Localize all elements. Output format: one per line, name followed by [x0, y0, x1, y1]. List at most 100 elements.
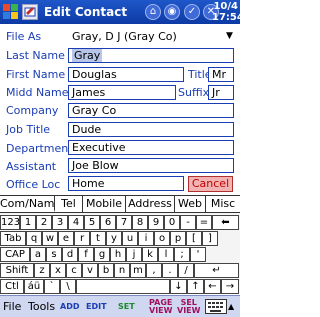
key-comma[interactable]: ,: [146, 263, 162, 278]
key-123[interactable]: 123: [0, 215, 20, 230]
tab-tel[interactable]: Tel: [55, 196, 83, 212]
key-6[interactable]: 6: [100, 215, 116, 230]
key-minus[interactable]: -: [180, 215, 196, 230]
keyboard-icon[interactable]: [205, 299, 227, 314]
sel-view-button[interactable]: SEL VIEW: [177, 299, 200, 315]
key-tab[interactable]: Tab: [0, 231, 26, 246]
menu-bar: File Tools ADD EDIT SET PAGE VIEW SEL VI…: [0, 295, 240, 317]
tab-mobile[interactable]: Mobile: [83, 196, 126, 212]
key-semicolon[interactable]: ;: [174, 247, 190, 262]
key-t[interactable]: t: [90, 231, 106, 246]
key-0[interactable]: 0: [164, 215, 180, 230]
ok-check-icon[interactable]: ✓: [184, 4, 200, 20]
contact-tabs: Com/Nam Tel Mobile Address Web Misc: [0, 195, 240, 213]
key-v[interactable]: v: [82, 263, 98, 278]
company-field[interactable]: Gray Co: [68, 103, 234, 118]
chevron-down-icon[interactable]: ▼: [226, 31, 233, 41]
key-space[interactable]: [76, 279, 170, 294]
key-5[interactable]: 5: [84, 215, 100, 230]
key-arrow-up[interactable]: ↑: [187, 279, 204, 294]
key-b[interactable]: b: [98, 263, 114, 278]
key-2[interactable]: 2: [36, 215, 52, 230]
key-equals[interactable]: =: [196, 215, 212, 230]
set-button[interactable]: SET: [118, 303, 135, 311]
tab-misc[interactable]: Misc: [206, 196, 240, 212]
key-i[interactable]: i: [138, 231, 154, 246]
key-backspace[interactable]: ⬅: [212, 215, 239, 230]
key-8[interactable]: 8: [132, 215, 148, 230]
office-loc-field[interactable]: Home: [68, 176, 184, 191]
key-f[interactable]: f: [78, 247, 94, 262]
tab-web[interactable]: Web: [175, 196, 206, 212]
first-name-field[interactable]: Douglas: [68, 67, 184, 82]
last-name-value: Gray: [72, 49, 103, 62]
key-slash[interactable]: /: [178, 263, 194, 278]
file-menu[interactable]: File: [3, 300, 21, 313]
tab-com-nam[interactable]: Com/Nam: [0, 196, 55, 212]
clock: 10/4 17:54: [212, 1, 240, 23]
key-4[interactable]: 4: [68, 215, 84, 230]
key-g[interactable]: g: [94, 247, 110, 262]
key-q[interactable]: q: [26, 231, 42, 246]
key-shift[interactable]: Shift: [0, 263, 34, 278]
key-s[interactable]: s: [46, 247, 62, 262]
key-e[interactable]: e: [58, 231, 74, 246]
last-name-label: Last Name: [6, 49, 65, 62]
key-h[interactable]: h: [110, 247, 126, 262]
department-field[interactable]: Executive: [68, 140, 234, 155]
key-m[interactable]: m: [130, 263, 146, 278]
company-label: Company: [6, 104, 59, 117]
key-enter[interactable]: ↵: [194, 263, 239, 278]
key-arrow-right[interactable]: →: [221, 279, 239, 294]
cancel-button[interactable]: Cancel: [188, 176, 233, 192]
page-view-button[interactable]: PAGE VIEW: [149, 299, 172, 315]
middle-name-field[interactable]: James: [68, 85, 176, 100]
key-w[interactable]: w: [42, 231, 58, 246]
suffix-field[interactable]: Jr: [208, 85, 234, 100]
key-apostrophe[interactable]: ': [190, 247, 206, 262]
job-title-label: Job Title: [6, 123, 51, 136]
key-d[interactable]: d: [62, 247, 78, 262]
key-backtick[interactable]: `: [44, 279, 60, 294]
input-selector-arrow-icon[interactable]: ▲: [228, 302, 234, 311]
last-name-field[interactable]: Gray: [68, 48, 234, 63]
key-a[interactable]: a: [30, 247, 46, 262]
title-field[interactable]: Mr: [208, 67, 234, 82]
key-o[interactable]: o: [154, 231, 170, 246]
key-backslash[interactable]: \: [60, 279, 76, 294]
file-as-dropdown[interactable]: Gray, D J (Gray Co): [70, 30, 236, 45]
key-n[interactable]: n: [114, 263, 130, 278]
assistant-field[interactable]: Joe Blow: [68, 158, 234, 173]
key-caps[interactable]: CAP: [0, 247, 30, 262]
key-l[interactable]: l: [158, 247, 174, 262]
job-title-field[interactable]: Dude: [68, 122, 234, 137]
key-arrow-left[interactable]: ←: [204, 279, 221, 294]
edit-button[interactable]: EDIT: [86, 303, 107, 311]
key-r[interactable]: r: [74, 231, 90, 246]
home-icon[interactable]: ⌂: [145, 4, 161, 20]
key-arrow-down[interactable]: ↓: [170, 279, 187, 294]
tab-address[interactable]: Address: [126, 196, 175, 212]
windows-start-icon[interactable]: [2, 3, 20, 21]
key-9[interactable]: 9: [148, 215, 164, 230]
key-k[interactable]: k: [142, 247, 158, 262]
key-7[interactable]: 7: [116, 215, 132, 230]
key-right-bracket[interactable]: ]: [202, 231, 218, 246]
key-ctrl[interactable]: Ctl: [0, 279, 24, 294]
key-z[interactable]: z: [34, 263, 50, 278]
key-3[interactable]: 3: [52, 215, 68, 230]
key-x[interactable]: x: [50, 263, 66, 278]
add-button[interactable]: ADD: [60, 303, 79, 311]
key-1[interactable]: 1: [20, 215, 36, 230]
lock-icon[interactable]: ◉: [164, 4, 180, 20]
department-label: Department: [6, 142, 73, 155]
tools-menu[interactable]: Tools: [28, 300, 55, 313]
key-p[interactable]: p: [170, 231, 186, 246]
key-u[interactable]: u: [122, 231, 138, 246]
key-period[interactable]: .: [162, 263, 178, 278]
key-c[interactable]: c: [66, 263, 82, 278]
key-j[interactable]: j: [126, 247, 142, 262]
key-left-bracket[interactable]: [: [186, 231, 202, 246]
key-y[interactable]: y: [106, 231, 122, 246]
key-international[interactable]: áü: [24, 279, 44, 294]
